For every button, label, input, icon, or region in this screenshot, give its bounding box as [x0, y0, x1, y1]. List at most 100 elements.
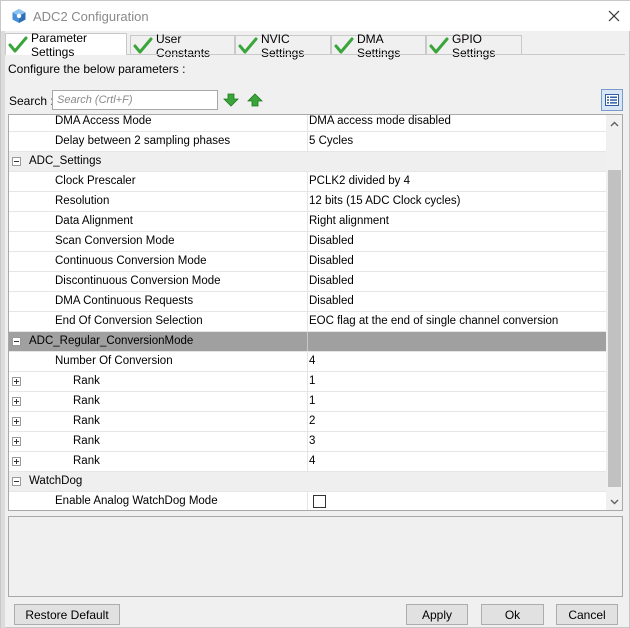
param-value: Disabled	[309, 295, 354, 307]
search-label: Search :	[9, 94, 54, 108]
title-bar: ADC2 Configuration	[1, 1, 630, 31]
param-value: 5 Cycles	[309, 135, 354, 147]
param-row-scan-conversion-mode[interactable]: Scan Conversion Mode Disabled	[9, 232, 606, 252]
category-title: ADC_Regular_ConversionMode	[29, 335, 194, 347]
param-value: 1	[309, 395, 316, 407]
close-button[interactable]	[601, 4, 627, 28]
arrow-down-icon	[223, 93, 239, 107]
expand-icon[interactable]	[12, 397, 21, 406]
app-cube-icon	[12, 9, 26, 23]
tab-label: NVIC Settings	[261, 31, 305, 60]
param-row-rank[interactable]: Rank 1	[9, 372, 606, 392]
category-adc-settings[interactable]: ADC_Settings	[9, 152, 606, 172]
param-row-resolution[interactable]: Resolution 12 bits (15 ADC Clock cycles)	[9, 192, 606, 212]
param-row-rank[interactable]: Rank 2	[9, 412, 606, 432]
apply-button[interactable]: Apply	[406, 604, 468, 625]
param-row-clock-prescaler[interactable]: Clock Prescaler PCLK2 divided by 4	[9, 172, 606, 192]
cancel-button[interactable]: Cancel	[556, 604, 618, 625]
expand-icon[interactable]	[12, 457, 21, 466]
param-row-dma-continuous-requests[interactable]: DMA Continuous Requests Disabled	[9, 292, 606, 312]
param-name: DMA Access Mode	[55, 115, 152, 127]
param-value: Right alignment	[309, 215, 389, 227]
chevron-down-icon	[610, 499, 619, 504]
vertical-scrollbar[interactable]	[606, 115, 622, 510]
param-name: Rank	[73, 415, 100, 427]
param-name: End Of Conversion Selection	[55, 315, 203, 327]
param-row-rank[interactable]: Rank 3	[9, 432, 606, 452]
tab-label: Parameter Settings	[31, 30, 88, 59]
window-title: ADC2 Configuration	[33, 9, 149, 24]
scrollbar-thumb[interactable]	[608, 170, 621, 487]
check-icon	[8, 36, 28, 52]
param-value: 4	[309, 455, 316, 467]
ok-button[interactable]: Ok	[481, 604, 544, 625]
param-name: Resolution	[55, 195, 110, 207]
param-name: Scan Conversion Mode	[55, 235, 175, 247]
param-value: PCLK2 divided by 4	[309, 175, 411, 187]
category-title: WatchDog	[29, 475, 83, 487]
collapse-icon[interactable]	[12, 337, 21, 346]
param-row-discontinuous-conversion-mode[interactable]: Discontinuous Conversion Mode Disabled	[9, 272, 606, 292]
tab-label: GPIO Settings	[452, 31, 496, 60]
param-value: Disabled	[309, 275, 354, 287]
check-icon	[429, 37, 449, 53]
category-adc-regular-conversion-mode[interactable]: ADC_Regular_ConversionMode	[9, 332, 606, 352]
tab-parameter-settings[interactable]: Parameter Settings	[5, 31, 127, 59]
find-previous-button[interactable]	[247, 93, 263, 107]
param-row-end-of-conversion-selection[interactable]: End Of Conversion Selection EOC flag at …	[9, 312, 606, 332]
category-title: ADC_Settings	[29, 155, 102, 167]
check-icon	[133, 37, 153, 53]
scroll-up-button[interactable]	[606, 115, 622, 132]
analog-watchdog-checkbox[interactable]	[313, 495, 326, 508]
scroll-down-button[interactable]	[606, 493, 622, 510]
list-view-icon	[605, 94, 619, 106]
param-row-dma-access-mode[interactable]: DMA Access Mode DMA access mode disabled	[9, 115, 606, 132]
param-name: Rank	[73, 395, 100, 407]
close-icon	[608, 10, 620, 22]
param-value: Disabled	[309, 235, 354, 247]
param-name: Data Alignment	[55, 215, 133, 227]
parameter-grid: DMA Access Mode DMA access mode disabled…	[8, 114, 623, 511]
collapse-icon[interactable]	[12, 157, 21, 166]
check-icon	[238, 37, 258, 53]
tab-nvic-settings[interactable]: NVIC Settings	[235, 32, 331, 60]
param-value: EOC flag at the end of single channel co…	[309, 315, 559, 327]
param-row-rank[interactable]: Rank 4	[9, 452, 606, 472]
param-name: Rank	[73, 435, 100, 447]
adc2-configuration-dialog: ADC2 Configuration Parameter Settings Us…	[0, 0, 630, 628]
expand-icon[interactable]	[12, 437, 21, 446]
param-value: 12 bits (15 ADC Clock cycles)	[309, 195, 461, 207]
chevron-up-icon	[610, 121, 619, 126]
left-edge-strip	[1, 1, 5, 628]
param-name: Clock Prescaler	[55, 175, 136, 187]
expand-icon[interactable]	[12, 377, 21, 386]
expand-icon[interactable]	[12, 417, 21, 426]
param-row-enable-analog-watchdog[interactable]: Enable Analog WatchDog Mode	[9, 492, 606, 510]
param-value: 2	[309, 415, 316, 427]
category-watchdog[interactable]: WatchDog	[9, 472, 606, 492]
param-name: Rank	[73, 455, 100, 467]
collapse-icon[interactable]	[12, 477, 21, 486]
search-input[interactable]	[52, 90, 218, 110]
param-row-continuous-conversion-mode[interactable]: Continuous Conversion Mode Disabled	[9, 252, 606, 272]
tab-user-constants[interactable]: User Constants	[130, 32, 235, 60]
param-name: Continuous Conversion Mode	[55, 255, 207, 267]
tab-dma-settings[interactable]: DMA Settings	[331, 32, 426, 60]
param-row-rank[interactable]: Rank 1	[9, 392, 606, 412]
tab-label: User Constants	[156, 31, 211, 60]
arrow-up-icon	[247, 93, 263, 107]
param-row-number-of-conversion[interactable]: Number Of Conversion 4	[9, 352, 606, 372]
param-row-sampling-delay[interactable]: Delay between 2 sampling phases 5 Cycles	[9, 132, 606, 152]
param-name: DMA Continuous Requests	[55, 295, 194, 307]
tab-gpio-settings[interactable]: GPIO Settings	[426, 32, 522, 60]
param-name: Number Of Conversion	[55, 355, 173, 367]
param-name: Enable Analog WatchDog Mode	[55, 495, 218, 507]
find-next-button[interactable]	[223, 93, 239, 107]
param-row-data-alignment[interactable]: Data Alignment Right alignment	[9, 212, 606, 232]
view-toggle-button[interactable]	[601, 89, 623, 111]
param-name: Rank	[73, 375, 100, 387]
parameter-rows: DMA Access Mode DMA access mode disabled…	[9, 115, 606, 510]
param-name: Discontinuous Conversion Mode	[55, 275, 221, 287]
restore-default-button[interactable]: Restore Default	[14, 604, 120, 625]
tab-strip: Parameter Settings User Constants NVIC S…	[5, 31, 625, 60]
